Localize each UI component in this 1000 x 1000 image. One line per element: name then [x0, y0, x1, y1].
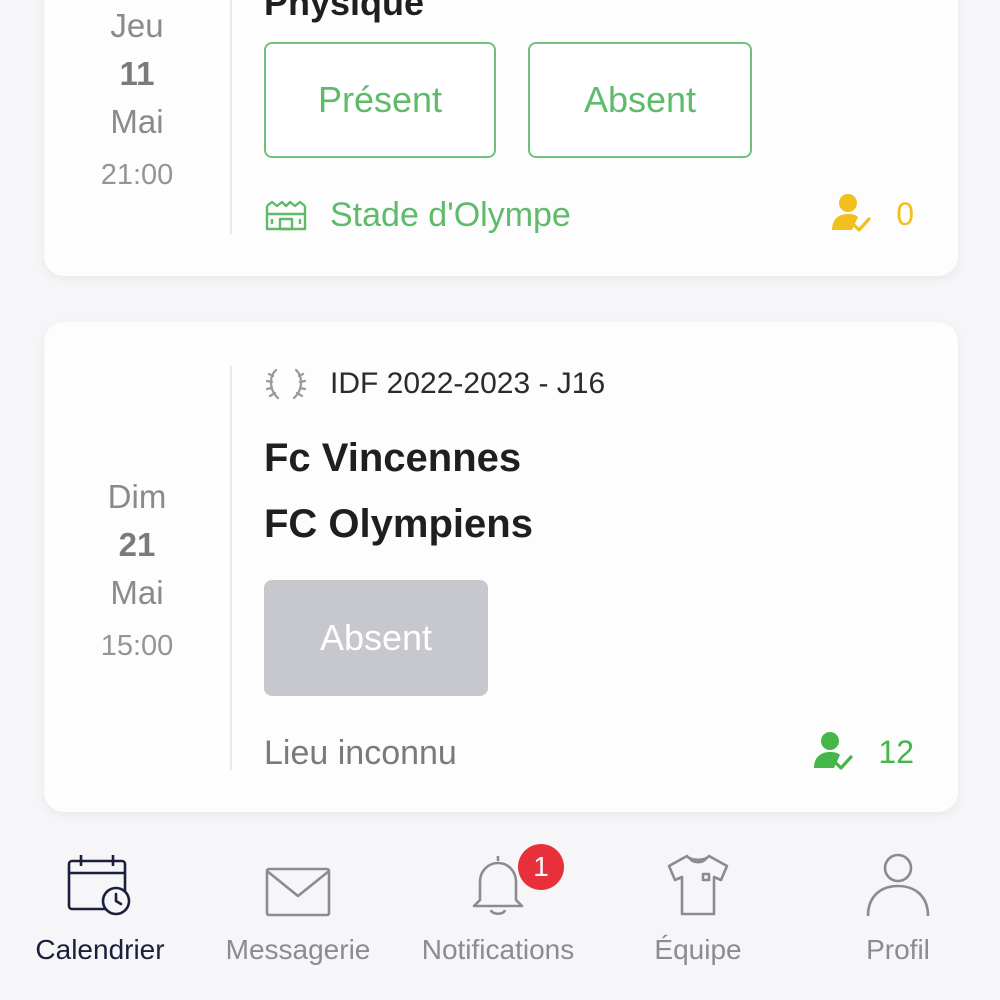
bottom-tab-bar: Calendrier Messagerie 1 Notifications Éq… [0, 838, 1000, 1000]
date-divider [230, 366, 232, 770]
attendance-count: 12 [810, 730, 914, 774]
event-month: Mai [110, 574, 164, 611]
attendance-number: 0 [896, 195, 914, 232]
event-day: 11 [119, 55, 155, 92]
tab-label: Calendrier [35, 934, 165, 965]
tab-messagerie[interactable]: Messagerie [198, 838, 398, 968]
attendance-count: 0 [828, 192, 914, 236]
calendar-screen: Jeu 11 Mai 21:00 Physique Présent Absent… [0, 0, 1000, 1000]
tab-equipe[interactable]: Équipe [598, 838, 798, 968]
tab-label: Équipe [654, 934, 742, 965]
venue-name: Stade d'Olympe [330, 196, 571, 234]
event-month: Mai [110, 103, 164, 140]
jersey-icon [667, 854, 729, 916]
event-card-2[interactable]: Dim 21 Mai 15:00 IDF 2022-2023 - J16 Fc … [44, 322, 958, 812]
absent-status-button[interactable]: Absent [264, 580, 488, 696]
event-date: Jeu 11 Mai 21:00 [44, 0, 230, 276]
event-weekday: Jeu [110, 7, 164, 44]
tab-calendrier[interactable]: Calendrier [0, 838, 200, 968]
tab-notifications[interactable]: 1 Notifications [398, 838, 598, 968]
home-team: Fc Vincennes [264, 436, 522, 480]
event-card-1[interactable]: Jeu 11 Mai 21:00 Physique Présent Absent… [44, 0, 958, 276]
away-team: FC Olympiens [264, 502, 533, 546]
user-check-icon [832, 194, 871, 232]
event-time: 21:00 [100, 159, 174, 191]
date-divider [230, 0, 232, 234]
present-button[interactable]: Présent [264, 42, 496, 158]
event-time: 15:00 [100, 630, 174, 662]
laurel-icon [265, 368, 307, 400]
tab-label: Messagerie [225, 934, 371, 965]
notification-badge: 1 [518, 844, 564, 890]
calendar-icon [67, 855, 131, 916]
venue-name: Lieu inconnu [264, 734, 457, 772]
event-weekday: Dim [107, 478, 167, 515]
attendance-number: 12 [878, 733, 914, 770]
tab-profil[interactable]: Profil [798, 838, 998, 968]
stadium-icon [265, 200, 307, 230]
envelope-icon [265, 867, 331, 917]
event-date: Dim 21 Mai 15:00 [44, 322, 230, 812]
tab-label: Profil [866, 934, 930, 965]
venue[interactable]: Stade d'Olympe [264, 196, 571, 235]
absent-button[interactable]: Absent [528, 42, 752, 158]
event-day: 21 [118, 526, 156, 563]
event-title: Physique [264, 0, 425, 23]
league-label: IDF 2022-2023 - J16 [264, 366, 605, 402]
user-check-icon [814, 732, 854, 770]
tab-label: Notifications [421, 934, 575, 965]
league-name: IDF 2022-2023 - J16 [330, 367, 606, 400]
user-icon [866, 853, 930, 917]
